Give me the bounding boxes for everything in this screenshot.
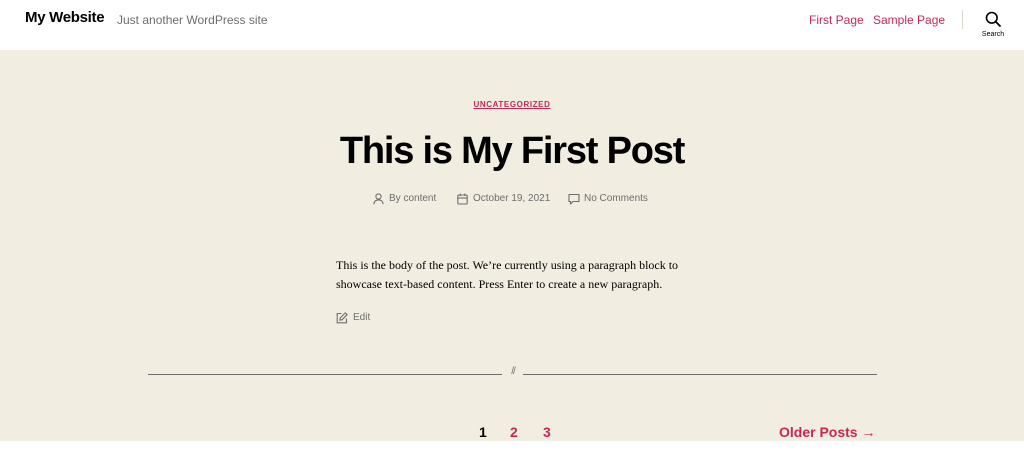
edit-icon	[336, 312, 348, 324]
post-date[interactable]: October 19, 2021	[457, 192, 557, 206]
divider-line-right	[523, 374, 877, 375]
post-comments[interactable]: No Comments	[568, 192, 658, 206]
nav-item-sample-page[interactable]: Sample Page	[873, 13, 945, 27]
site-title[interactable]: My Website	[25, 9, 105, 26]
post-author[interactable]: By content	[373, 192, 453, 206]
post-category: UNCATEGORIZED	[0, 100, 1024, 109]
comment-icon	[568, 193, 580, 205]
page-number-3[interactable]: 3	[543, 424, 551, 440]
older-posts-link[interactable]: Older Posts →	[779, 424, 875, 440]
post-author-label: By content	[389, 193, 437, 204]
page-number-current: 1	[479, 424, 487, 440]
user-icon	[373, 193, 384, 205]
search-label: Search	[981, 31, 1005, 38]
page-bottom-band	[0, 441, 1024, 454]
divider-mark: //	[511, 366, 516, 377]
edit-label: Edit	[353, 312, 371, 323]
nav-separator	[962, 10, 963, 29]
calendar-icon	[457, 193, 468, 205]
search-toggle-button[interactable]: Search	[976, 9, 1010, 43]
nav-item-first-page[interactable]: First Page	[809, 13, 864, 27]
site-header: My Website Just another WordPress site F…	[0, 0, 1024, 50]
site-tagline: Just another WordPress site	[117, 13, 268, 27]
search-icon	[985, 11, 1001, 27]
category-link[interactable]: UNCATEGORIZED	[474, 100, 551, 109]
post-body: This is the body of the post. We’re curr…	[336, 258, 679, 291]
post-title[interactable]: This is My First Post	[0, 128, 1024, 174]
post-date-label: October 19, 2021	[473, 193, 551, 204]
page-number-2[interactable]: 2	[510, 424, 518, 440]
divider-line-left	[148, 374, 502, 375]
post-comments-label: No Comments	[584, 193, 648, 204]
